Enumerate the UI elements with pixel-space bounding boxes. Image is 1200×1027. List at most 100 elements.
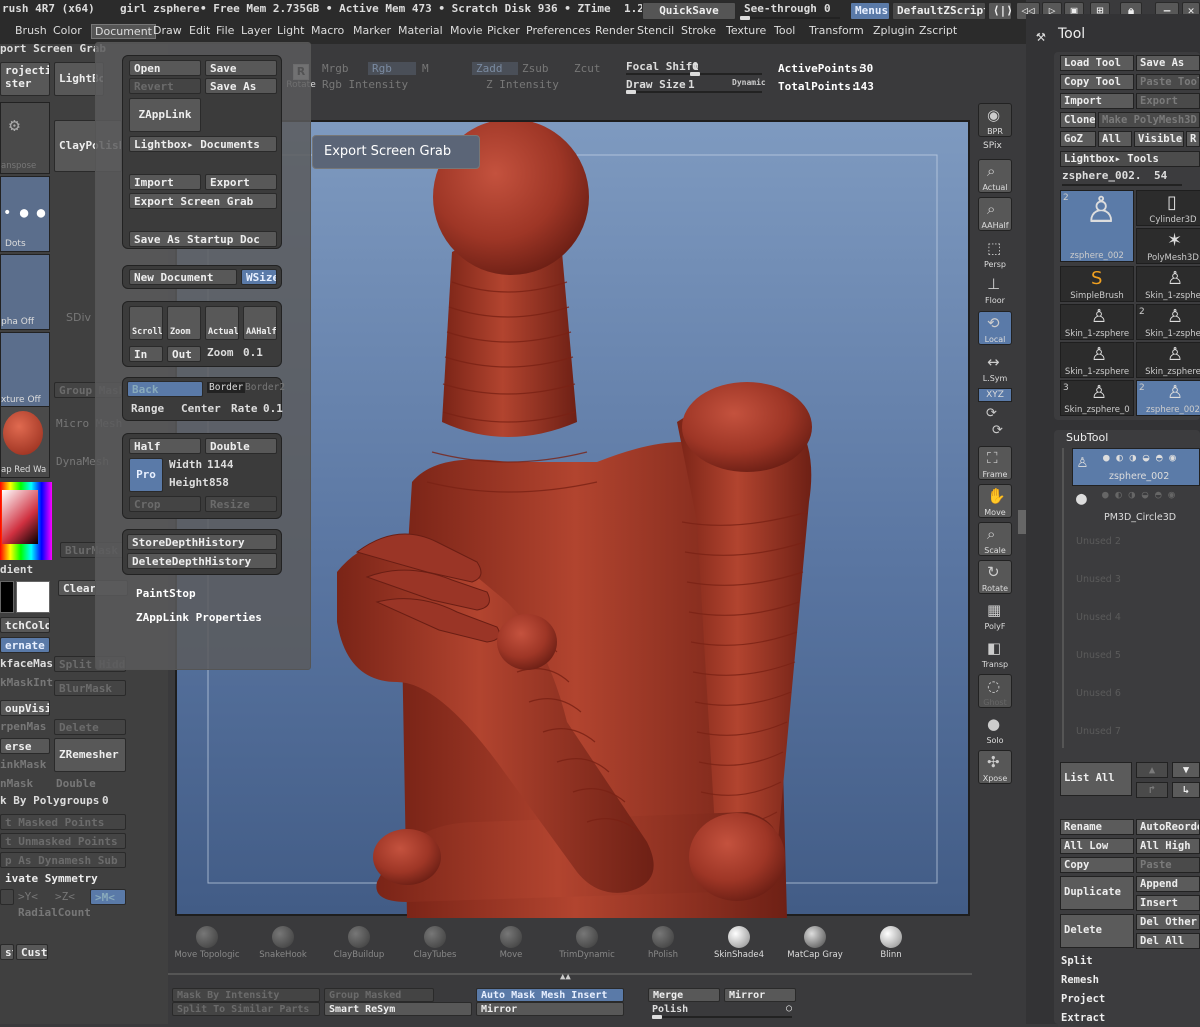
ghost-button[interactable]: ◌ Ghost: [978, 674, 1012, 708]
menu-picker[interactable]: Picker: [487, 24, 520, 37]
tool-thumb-cylinder3d[interactable]: ▯ Cylinder3D: [1136, 190, 1200, 226]
all-low-button[interactable]: All Low: [1060, 838, 1134, 854]
menu-color[interactable]: Color: [53, 24, 82, 37]
masked-points-button[interactable]: t Masked Points: [0, 814, 126, 830]
material-thumbnail[interactable]: ap Red Wa: [0, 406, 50, 478]
zoom-label[interactable]: Zoom: [207, 346, 234, 359]
material-skinshade4[interactable]: SkinShade4: [704, 926, 774, 966]
see-through-slider[interactable]: [740, 16, 840, 20]
split-to-similar-parts-button[interactable]: Split To Similar Parts: [172, 1002, 320, 1016]
zsub-button[interactable]: Zsub: [522, 62, 549, 75]
open-button[interactable]: Open: [129, 60, 201, 76]
tool-thumb-simplebrush[interactable]: S SimpleBrush: [1060, 266, 1134, 302]
menu-zplugin[interactable]: Zplugin: [873, 24, 915, 37]
mirror-2-button[interactable]: Mirror: [476, 1002, 624, 1016]
tool-thumb-skin-zsphere[interactable]: ♙ Skin_zsphere: [1136, 342, 1200, 378]
arrow-down-icon[interactable]: ↳: [1172, 782, 1200, 798]
xpose-button[interactable]: ✣ Xpose: [978, 750, 1012, 784]
floor-button[interactable]: ⊥ Floor: [978, 272, 1012, 306]
stroke-dots-thumbnail[interactable]: • ● ● Dots: [0, 176, 50, 252]
visibility-toggles[interactable]: ● ◐ ◑ ◒ ◓ ◉: [1102, 488, 1175, 501]
activate-symmetry-button[interactable]: ivate Symmetry: [0, 870, 126, 886]
double-label[interactable]: Double: [56, 777, 96, 790]
menu-document[interactable]: Document: [91, 24, 156, 39]
zcut-button[interactable]: Zcut: [574, 62, 601, 75]
save-as-startup-doc-button[interactable]: Save As Startup Doc: [129, 231, 277, 247]
scale-view-button[interactable]: ⌕ Scale: [978, 522, 1012, 556]
rgb-button[interactable]: Rgb: [368, 62, 416, 75]
subtool-scrollbar[interactable]: [1062, 448, 1064, 748]
brush-trimdynamic[interactable]: TrimDynamic: [552, 926, 622, 966]
menu-stencil[interactable]: Stencil: [637, 24, 674, 37]
blur-mask-2-button[interactable]: BlurMask: [54, 680, 126, 696]
st-button[interactable]: st: [0, 944, 14, 960]
alternate-button[interactable]: ernate: [0, 637, 50, 653]
tool-thumb-skin-1b[interactable]: ♙ Skin_1-zsphere: [1060, 304, 1134, 340]
reverse-button[interactable]: erse: [0, 738, 50, 754]
sym-y-button[interactable]: >Y<: [18, 890, 38, 903]
border2-button[interactable]: Border2: [245, 382, 285, 393]
frame-button[interactable]: ⛶ Frame: [978, 446, 1012, 480]
rgb-intensity-slider[interactable]: Rgb Intensity: [322, 78, 408, 91]
double-button[interactable]: Double: [205, 438, 277, 454]
secondary-color-swatch[interactable]: [16, 581, 50, 613]
tool-thumb-skin-1c[interactable]: 2 ♙ Skin_1-zsphe: [1136, 304, 1200, 340]
clone-button[interactable]: Clone: [1060, 112, 1096, 128]
color-picker[interactable]: [0, 482, 52, 560]
menus-button[interactable]: Menus: [850, 2, 890, 20]
brush-move-topologic[interactable]: Move Topologic: [172, 926, 242, 966]
zadd-button[interactable]: Zadd: [472, 62, 518, 75]
xyz-button[interactable]: XYZ: [978, 388, 1012, 402]
zoom-out-button[interactable]: Out: [167, 346, 201, 362]
all-high-button[interactable]: All High: [1136, 838, 1200, 854]
sdiv-label[interactable]: SDiv: [66, 311, 91, 324]
brush-snakehook[interactable]: SnakeHook: [248, 926, 318, 966]
shelf-collapse-icon[interactable]: ▲▲: [560, 972, 571, 982]
rotate-z-icon[interactable]: ⟳: [992, 423, 1003, 438]
remesh-section[interactable]: Remesh: [1058, 973, 1200, 989]
mask-by-intensity-button[interactable]: Mask By Intensity: [172, 988, 320, 1002]
material-blinn[interactable]: Blinn: [856, 926, 926, 966]
tool-palette-title[interactable]: Tool: [1058, 26, 1085, 42]
make-polymesh-button[interactable]: Make PolyMesh3D: [1098, 112, 1200, 128]
rate-slider[interactable]: Rate: [231, 402, 258, 415]
lightbox-tools-button[interactable]: Lightbox▸ Tools: [1060, 151, 1200, 167]
menu-zscript[interactable]: Zscript: [919, 24, 957, 37]
goz-r-button[interactable]: R: [1186, 131, 1200, 147]
aahalf-view-button[interactable]: ⌕ AAHalf: [978, 197, 1012, 231]
actual-button[interactable]: Actual: [205, 306, 239, 340]
zoom-in-button[interactable]: In: [129, 346, 163, 362]
radial-count-label[interactable]: RadialCount: [18, 906, 91, 919]
as-dynamesh-button[interactable]: p As Dynamesh Sub: [0, 852, 126, 868]
auto-mask-mesh-insert-button[interactable]: Auto Mask Mesh Insert: [476, 988, 624, 1002]
texture-thumbnail[interactable]: xture Off: [0, 332, 50, 408]
list-all-button[interactable]: List All: [1060, 762, 1132, 796]
visibility-toggles[interactable]: ● ◐ ◑ ◒ ◓ ◉: [1103, 451, 1176, 464]
bpr-button[interactable]: ◉ BPR: [978, 103, 1012, 137]
m-button[interactable]: M: [422, 62, 429, 75]
lsym-button[interactable]: ↔ L.Sym: [978, 350, 1012, 384]
group-visible-button[interactable]: oupVisible: [0, 700, 50, 716]
menu-stroke[interactable]: Stroke: [681, 24, 716, 37]
border-button[interactable]: Border: [207, 382, 246, 393]
mask-by-polygroups-label[interactable]: k By Polygroups: [0, 794, 99, 807]
lightbox-documents-button[interactable]: Lightbox▸ Documents: [129, 136, 277, 152]
transp-button[interactable]: ◧ Transp: [978, 636, 1012, 670]
crop-button[interactable]: Crop: [129, 496, 201, 512]
mrgb-button[interactable]: Mrgb: [322, 62, 349, 75]
export-screen-grab-button[interactable]: Export Screen Grab: [129, 193, 277, 209]
default-zscript-button[interactable]: DefaultZScript: [892, 2, 986, 20]
menu-preferences[interactable]: Preferences: [526, 24, 591, 37]
quicksave-button[interactable]: QuickSave: [642, 2, 736, 20]
tool-thumb-skin-1[interactable]: ♙ Skin_1-zsphe: [1136, 266, 1200, 302]
tool-thumb-skin-zsphere-0[interactable]: 3 ♙ Skin_zsphere_0: [1060, 380, 1134, 416]
arrow-up-icon[interactable]: ↱: [1136, 782, 1168, 798]
subtool-item-zsphere-002[interactable]: ♙ ● ◐ ◑ ◒ ◓ ◉ zsphere_002: [1072, 448, 1200, 486]
tool-import-button[interactable]: Import: [1060, 93, 1134, 109]
polyf-button[interactable]: ▦ PolyF: [978, 598, 1012, 632]
link-mask-label[interactable]: inkMask: [0, 758, 46, 771]
menu-edit[interactable]: Edit: [189, 24, 210, 37]
autoreorder-button[interactable]: AutoReorder: [1136, 819, 1200, 835]
extract-section[interactable]: Extract: [1058, 1011, 1200, 1027]
tool-thumb-zsphere-002[interactable]: 2 ♙ zsphere_002: [1060, 190, 1134, 262]
